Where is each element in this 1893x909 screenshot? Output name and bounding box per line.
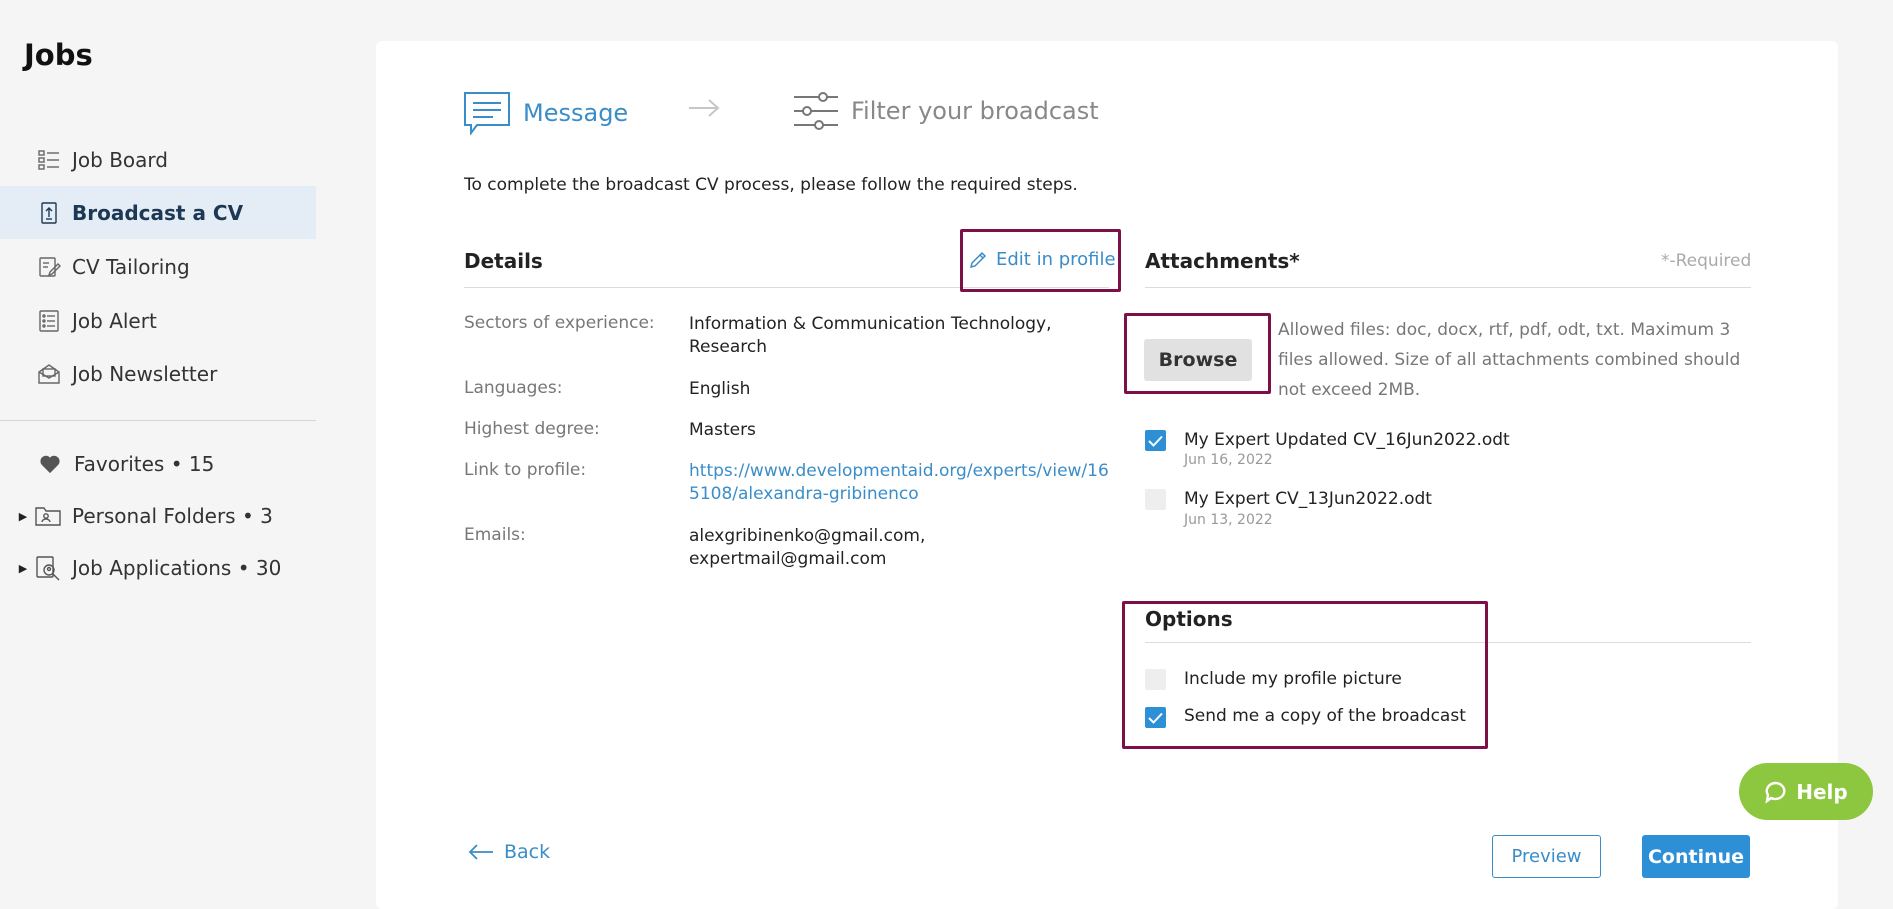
detail-value: alexgribinenko@gmail.com, expertmail@gma… — [689, 526, 926, 569]
sidebar-item-label: Job Newsletter — [72, 361, 218, 386]
help-button[interactable]: Help — [1739, 763, 1873, 820]
preview-button[interactable]: Preview — [1492, 835, 1601, 878]
heart-icon — [36, 450, 64, 478]
step-filter[interactable]: Filter your broadcast — [793, 91, 1099, 131]
allowed-files-text: Allowed files: doc, docx, rtf, pdf, odt,… — [1278, 320, 1741, 400]
arrow-right-icon — [688, 98, 720, 122]
profile-picture-checkbox[interactable] — [1145, 669, 1166, 690]
edit-in-profile-link[interactable]: Edit in profile — [968, 249, 1116, 270]
job-alert-icon — [36, 308, 62, 334]
sidebar-item-label: Job Applications • 30 — [72, 556, 282, 580]
sidebar-item-label: CV Tailoring — [72, 254, 190, 279]
details-divider — [464, 287, 1109, 288]
required-note: *-Required — [1661, 251, 1752, 271]
back-label: Back — [504, 841, 551, 863]
arrow-left-icon — [468, 843, 494, 861]
chat-bubble-icon — [1764, 780, 1788, 804]
step-message-label: Message — [523, 99, 629, 127]
sidebar-item-job-board[interactable]: Job Board — [0, 133, 316, 186]
detail-value: https://www.developmentaid.org/experts/v… — [689, 460, 1109, 506]
detail-value: Information & Communication Technology, … — [689, 314, 1052, 357]
applications-icon — [34, 554, 62, 582]
pencil-icon — [968, 250, 988, 270]
detail-value: Masters — [689, 420, 756, 440]
sidebar-item-label: Broadcast a CV — [72, 200, 244, 225]
detail-label: Highest degree: — [464, 419, 600, 439]
option-label: Include my profile picture — [1184, 669, 1402, 689]
attachment-file-name: My Expert Updated CV_16Jun2022.odt — [1184, 430, 1510, 450]
sidebar-item-job-alert[interactable]: Job Alert — [0, 294, 316, 347]
sidebar-item-job-newsletter[interactable]: Job Newsletter — [0, 347, 316, 400]
detail-label: Link to profile: — [464, 460, 587, 480]
sidebar-item-label: Job Alert — [72, 308, 157, 333]
detail-value: English — [689, 379, 751, 399]
attachments-title: Attachments* — [1145, 249, 1300, 273]
filter-sliders-icon — [793, 91, 839, 131]
detail-label: Sectors of experience: — [464, 313, 655, 333]
attachment-checkbox[interactable] — [1145, 430, 1166, 451]
sidebar-divider — [0, 420, 316, 421]
job-board-icon — [36, 147, 62, 173]
sidebar-item-job-applications[interactable]: ▶ Job Applications • 30 — [0, 548, 316, 588]
cv-tailoring-icon — [36, 254, 62, 280]
sidebar-item-label: Personal Folders • 3 — [72, 504, 273, 528]
step-filter-label: Filter your broadcast — [851, 97, 1099, 125]
option-label: Send me a copy of the broadcast — [1184, 706, 1466, 726]
sidebar-item-broadcast-cv[interactable]: Broadcast a CV — [0, 186, 316, 239]
broadcast-card: Message Filter your broadcast To complet… — [376, 41, 1838, 909]
broadcast-icon — [36, 200, 62, 226]
profile-link[interactable]: https://www.developmentaid.org/experts/v… — [689, 461, 1109, 504]
caret-right-icon[interactable]: ▶ — [12, 496, 34, 536]
attachment-file-date: Jun 13, 2022 — [1184, 512, 1273, 528]
caret-right-icon[interactable]: ▶ — [12, 548, 34, 588]
attachment-file-name: My Expert CV_13Jun2022.odt — [1184, 489, 1432, 509]
step-message[interactable]: Message — [463, 91, 628, 135]
detail-label: Emails: — [464, 525, 526, 545]
options-divider — [1145, 642, 1751, 643]
attachment-file-date: Jun 16, 2022 — [1184, 452, 1273, 468]
edit-in-profile-label: Edit in profile — [996, 249, 1116, 270]
message-icon — [463, 91, 511, 135]
sidebar: Jobs Job Board Broadcast a CV CV Tailori… — [0, 0, 316, 909]
folder-icon — [34, 502, 62, 530]
details-title: Details — [464, 249, 543, 273]
sidebar-item-label: Favorites • 15 — [74, 452, 215, 476]
continue-button[interactable]: Continue — [1642, 835, 1750, 878]
send-copy-checkbox[interactable] — [1145, 707, 1166, 728]
sidebar-item-label: Job Board — [72, 147, 168, 172]
sidebar-title: Jobs — [24, 38, 93, 72]
attachment-checkbox[interactable] — [1145, 489, 1166, 510]
browse-button[interactable]: Browse — [1144, 339, 1252, 381]
sidebar-item-favorites[interactable]: ▶ Favorites • 15 — [0, 444, 316, 484]
back-link[interactable]: Back — [468, 841, 550, 863]
sidebar-item-cv-tailoring[interactable]: CV Tailoring — [0, 240, 316, 293]
help-label: Help — [1796, 779, 1848, 804]
detail-label: Languages: — [464, 378, 563, 398]
attachments-divider — [1145, 287, 1751, 288]
intro-text: To complete the broadcast CV process, pl… — [464, 175, 1078, 195]
newsletter-icon — [36, 361, 62, 387]
options-title: Options — [1145, 607, 1233, 631]
sidebar-item-personal-folders[interactable]: ▶ Personal Folders • 3 — [0, 496, 316, 536]
